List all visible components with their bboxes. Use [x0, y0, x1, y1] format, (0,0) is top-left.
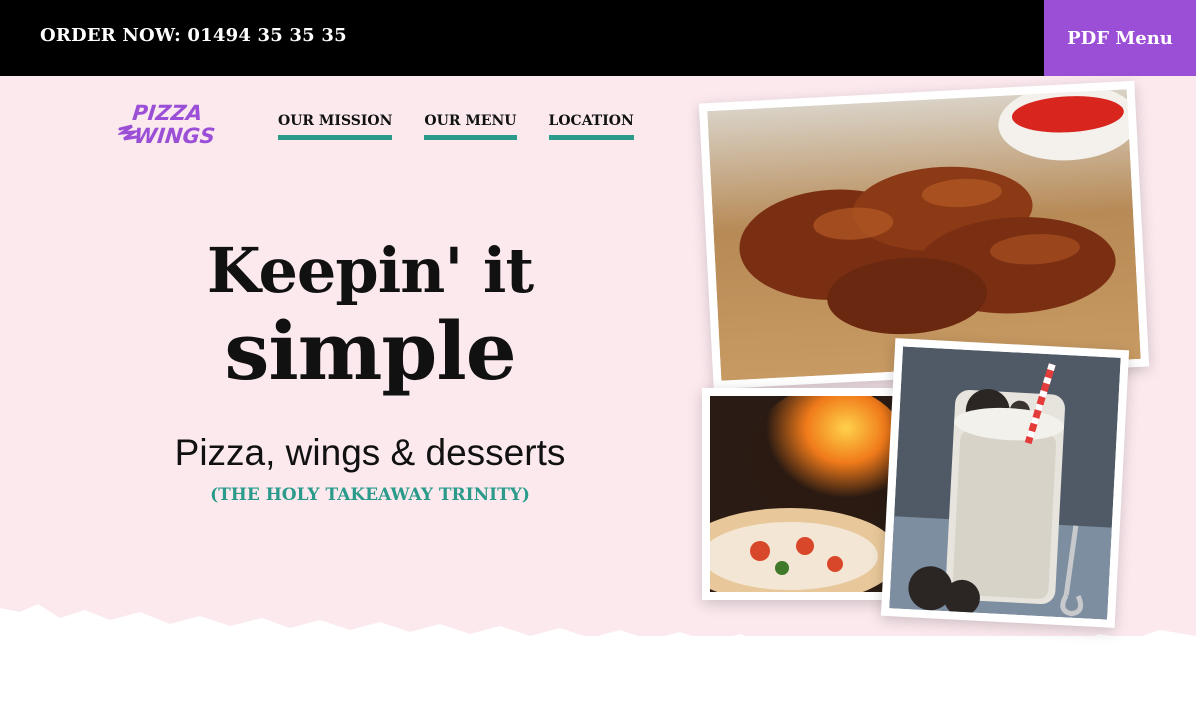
- nav-our-mission[interactable]: OUR MISSION: [278, 113, 393, 140]
- hero-subtitle: Pizza, wings & desserts: [174, 432, 566, 473]
- hero-tagline: (THE HOLY TAKEAWAY TRINITY): [210, 485, 530, 505]
- logo-text-wings: WINGS: [133, 123, 216, 147]
- milkshake-photo: [880, 338, 1130, 628]
- top-bar: ORDER NOW: 01494 35 35 35 PDF Menu: [0, 0, 1196, 76]
- main-nav: OUR MISSION OUR MENU LOCATION: [278, 113, 634, 140]
- pizza-photo: [702, 388, 904, 600]
- logo-text-pizza: PIZZA: [131, 100, 204, 125]
- order-phone-text[interactable]: ORDER NOW: 01494 35 35 35: [40, 25, 347, 46]
- pdf-menu-button[interactable]: PDF Menu: [1044, 0, 1196, 76]
- headline-line-1: Keepin' it: [206, 234, 534, 307]
- nav-location[interactable]: LOCATION: [548, 113, 634, 140]
- hero-headline: Keepin' it simple: [130, 234, 610, 398]
- pizza-wings-logo[interactable]: PIZZA WINGS: [118, 99, 216, 147]
- nav-our-menu[interactable]: OUR MENU: [424, 113, 517, 140]
- headline-line-2: simple: [224, 304, 516, 398]
